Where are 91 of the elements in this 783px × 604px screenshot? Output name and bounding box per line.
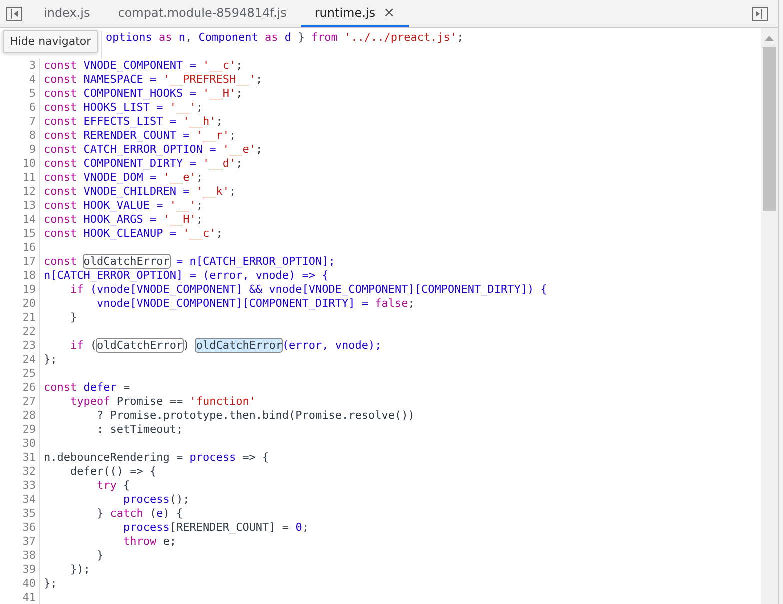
code-line: } (96, 549, 104, 563)
line-number: 29 (0, 423, 40, 437)
line-number: 3 (0, 59, 40, 73)
code-line: const HOOK_CLEANUP = '__c'; (44, 227, 223, 241)
line-number: 7 (0, 115, 40, 129)
code-line: if (vnode[VNODE_COMPONENT] && vnode[VNODE_COMPONENT][COMPONENT_DIRTY]) { (69, 283, 548, 297)
line-number: 23 (0, 339, 40, 353)
line-number: 21 (0, 311, 40, 325)
code-line: }); (69, 563, 90, 577)
line-number: 30 (0, 437, 40, 451)
code-line: const HOOK_ARGS = '__H'; (44, 213, 203, 227)
file-tab[interactable]: compat.module-8594814f.js (104, 0, 301, 27)
line-number: 5 (0, 87, 40, 101)
code-line: process(); (122, 493, 190, 507)
code-line: options as n, Component as d } from '../../preact.js'; (106, 31, 464, 46)
line-number: 19 (0, 283, 40, 297)
code-line: : setTimeout; (96, 423, 184, 437)
code-line: }; (44, 577, 58, 591)
code-line: vnode[VNODE_COMPONENT][COMPONENT_DIRTY] = false; (96, 297, 415, 311)
highlighted-word: oldCatchError (196, 339, 282, 352)
code-line: const COMPONENT_HOOKS = '__H'; (44, 87, 243, 101)
line-number: 16 (0, 241, 40, 255)
code-token: const (44, 255, 78, 268)
code-line: typeof Promise == 'function' (69, 395, 256, 409)
code-line: } (69, 311, 78, 325)
line-number: 18 (0, 269, 40, 283)
code-token: ( (89, 339, 97, 352)
line-number: 4 (0, 73, 40, 87)
code-line: const VNODE_CHILDREN = '__k'; (44, 185, 236, 199)
line-number: 27 (0, 395, 40, 409)
code-line: }; (44, 353, 58, 367)
highlighted-word: oldCatchError (84, 255, 170, 268)
line-number: 37 (0, 535, 40, 549)
line-number: 12 (0, 185, 40, 199)
code-line: const HOOK_VALUE = '__'; (44, 199, 203, 213)
line-number: 34 (0, 493, 40, 507)
code-line: const VNODE_DOM = '__e'; (44, 171, 203, 185)
code-line: const COMPONENT_DIRTY = '__d'; (44, 157, 243, 171)
hide-navigator-button[interactable] (6, 6, 22, 20)
code-line: throw e; (122, 535, 176, 549)
line-number: 25 (0, 367, 40, 381)
line-number: 6 (0, 101, 40, 115)
line-number: 26 (0, 381, 40, 395)
code-token: = n[CATCH_ERROR_OPTION]; (175, 255, 336, 268)
line-number: 39 (0, 563, 40, 577)
line-number: 35 (0, 507, 40, 521)
line-number: 32 (0, 465, 40, 479)
line-number: 8 (0, 129, 40, 143)
file-tab[interactable]: runtime.js × (300, 0, 410, 27)
tooltip: Hide navigator (3, 30, 98, 53)
code-line: } catch (e) { (96, 507, 184, 521)
line-number: 38 (0, 549, 40, 563)
code-line: const CATCH_ERROR_OPTION = '__e'; (44, 143, 263, 157)
code-line: defer(() => { (69, 465, 157, 479)
line-number: 10 (0, 157, 40, 171)
code-line: const EFFECTS_LIST = '__h'; (44, 115, 223, 129)
code-token: if (69, 339, 84, 352)
line-number: 36 (0, 521, 40, 535)
sidebar-toggle-button[interactable] (752, 6, 768, 20)
code-line: n.debounceRendering = process => { (44, 451, 270, 465)
code-token: (error, vnode); (282, 339, 382, 352)
code-line: try { (96, 479, 130, 493)
code-line: n[CATCH_ERROR_OPTION] = (error, vnode) => { (44, 269, 329, 283)
code-line: process[RERENDER_COUNT] = 0; (122, 521, 309, 535)
line-number: 17 (0, 255, 40, 269)
line-number: 14 (0, 213, 40, 227)
highlighted-word: oldCatchError (97, 339, 184, 352)
close-icon[interactable]: × (384, 4, 396, 20)
scrollbar[interactable] (761, 28, 778, 604)
line-number: 15 (0, 227, 40, 241)
line-number: 24 (0, 353, 40, 367)
code-line: const NAMESPACE = '__PREFRESH__'; (44, 73, 263, 87)
line-number: 22 (0, 325, 40, 339)
code-line: const VNODE_COMPONENT = '__c'; (44, 59, 243, 73)
line-number: 41 (0, 591, 40, 604)
scrollbar-thumb[interactable] (763, 47, 776, 211)
code-line: ? Promise.prototype.then.bind(Promise.resolve()) (96, 409, 415, 423)
code-line: const RERENDER_COUNT = '__r'; (44, 129, 236, 143)
code-line: const defer = (44, 381, 130, 395)
scroll-up-icon[interactable] (765, 36, 774, 41)
line-number: 40 (0, 577, 40, 591)
line-number: 28 (0, 409, 40, 423)
file-tab[interactable]: index.js (30, 0, 104, 27)
line-number: 31 (0, 451, 40, 465)
line-number: 13 (0, 199, 40, 213)
line-number: 11 (0, 171, 40, 185)
line-number: 33 (0, 479, 40, 493)
line-number: 20 (0, 297, 40, 311)
line-number: 9 (0, 143, 40, 157)
code-line: const HOOKS_LIST = '__'; (44, 101, 203, 115)
code-token: ) (183, 339, 191, 352)
